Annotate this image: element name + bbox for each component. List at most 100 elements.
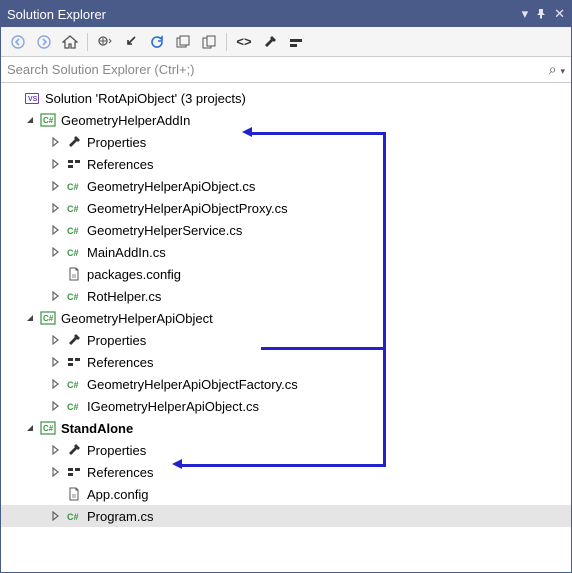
pin-icon[interactable] (536, 7, 546, 22)
file-node[interactable]: C# GeometryHelperApiObject.cs (1, 175, 571, 197)
expand-icon[interactable] (49, 399, 63, 413)
tree-label: App.config (87, 487, 148, 502)
folder-prop-icon (65, 332, 83, 348)
project-node[interactable]: C#StandAlone (1, 417, 571, 439)
file-node[interactable]: C#IGeometryHelperApiObject.cs (1, 395, 571, 417)
expand-icon[interactable] (49, 377, 63, 391)
cs-icon: C# (65, 288, 83, 304)
svg-text:C#: C# (67, 226, 79, 236)
svg-text:C#: C# (67, 402, 79, 412)
tree-label: Properties (87, 443, 146, 458)
tree-label: GeometryHelperService.cs (87, 223, 242, 238)
svg-text:C#: C# (67, 182, 79, 192)
file-node[interactable]: C#GeometryHelperApiObjectFactory.cs (1, 373, 571, 395)
solution-node[interactable]: VSSolution 'RotApiObject' (3 projects) (1, 87, 571, 109)
expand-icon[interactable] (49, 201, 63, 215)
forward-button[interactable] (33, 31, 55, 53)
cs-icon: C# (65, 222, 83, 238)
view-code-button[interactable]: <> (233, 31, 255, 53)
svg-text:C#: C# (67, 380, 79, 390)
expand-icon[interactable] (49, 179, 63, 193)
search-bar[interactable]: ⌕ ▾ (1, 57, 571, 83)
expand-icon[interactable] (49, 157, 63, 171)
csproj-icon: C# (39, 420, 57, 436)
folder-prop-icon (65, 442, 83, 458)
svg-text:C#: C# (43, 116, 54, 125)
config-icon (65, 266, 83, 282)
close-icon[interactable]: ✕ (554, 6, 565, 22)
annotation-line (251, 132, 383, 135)
annotation-arrow-icon (242, 127, 252, 137)
config-icon (65, 486, 83, 502)
file-node[interactable]: App.config (1, 483, 571, 505)
properties-button[interactable] (259, 31, 281, 53)
file-node[interactable]: C# GeometryHelperService.cs (1, 219, 571, 241)
project-node[interactable]: C# GeometryHelperApiObject (1, 307, 571, 329)
svg-text:VS: VS (28, 96, 38, 103)
expand-icon[interactable] (23, 113, 37, 127)
refs-icon (65, 354, 83, 370)
tree-label: MainAddIn.cs (87, 245, 166, 260)
file-node[interactable]: References (1, 351, 571, 373)
cs-icon: C# (65, 244, 83, 260)
file-node[interactable]: packages.config (1, 263, 571, 285)
file-node[interactable]: References (1, 153, 571, 175)
tree-label: GeometryHelperApiObject.cs (87, 179, 255, 194)
show-all-files-button[interactable] (198, 31, 220, 53)
expand-icon[interactable] (49, 509, 63, 523)
home-button[interactable] (59, 31, 81, 53)
toolbar-separator (87, 33, 88, 51)
expand-icon[interactable] (49, 135, 63, 149)
annotation-arrow-icon (172, 459, 182, 469)
csproj-icon: C# (39, 112, 57, 128)
solution-tree: VSSolution 'RotApiObject' (3 projects)C#… (1, 83, 571, 527)
annotation-line (181, 464, 386, 467)
expand-icon[interactable] (49, 355, 63, 369)
titlebar: Solution Explorer ▾ ✕ (1, 1, 571, 27)
expand-icon[interactable] (23, 311, 37, 325)
expand-icon[interactable] (23, 421, 37, 435)
file-node[interactable]: Properties (1, 439, 571, 461)
file-node[interactable]: C# MainAddIn.cs (1, 241, 571, 263)
expand-icon[interactable] (49, 443, 63, 457)
window-title: Solution Explorer (7, 7, 106, 22)
expand-icon[interactable] (49, 333, 63, 347)
expand-icon[interactable] (49, 245, 63, 259)
file-node[interactable]: C# RotHelper.cs (1, 285, 571, 307)
svg-text:C#: C# (67, 292, 79, 302)
tree-label: Program.cs (87, 509, 153, 524)
tree-label: References (87, 465, 153, 480)
search-icon[interactable]: ⌕ ▾ (549, 61, 565, 78)
expand-icon[interactable] (49, 223, 63, 237)
tree-label: GeometryHelperApiObjectProxy.cs (87, 201, 288, 216)
svg-text:C#: C# (67, 512, 79, 522)
svg-text:C#: C# (43, 424, 54, 433)
file-node[interactable]: C# GeometryHelperApiObjectProxy.cs (1, 197, 571, 219)
cs-icon: C# (65, 398, 83, 414)
svg-text:C#: C# (67, 204, 79, 214)
tree-label: References (87, 355, 153, 370)
tree-label: GeometryHelperApiObject (61, 311, 213, 326)
sync-button[interactable] (120, 31, 142, 53)
search-input[interactable] (7, 62, 549, 77)
tree-label: Properties (87, 135, 146, 150)
tree-label: packages.config (87, 267, 181, 282)
refresh-button[interactable] (146, 31, 168, 53)
tree-label: References (87, 157, 153, 172)
expand-icon[interactable] (49, 465, 63, 479)
collapse-all-button[interactable] (172, 31, 194, 53)
scope-button[interactable] (94, 31, 116, 53)
dropdown-icon[interactable]: ▾ (522, 6, 529, 22)
expand-icon[interactable] (49, 289, 63, 303)
preview-button[interactable] (285, 31, 307, 53)
file-node[interactable]: C# Program.cs (1, 505, 571, 527)
back-button[interactable] (7, 31, 29, 53)
cs-icon: C# (65, 200, 83, 216)
project-node[interactable]: C#GeometryHelperAddIn (1, 109, 571, 131)
svg-text:C#: C# (43, 314, 54, 323)
window-buttons: ▾ ✕ (522, 6, 565, 22)
folder-prop-icon (65, 134, 83, 150)
refs-icon (65, 464, 83, 480)
tree-label: RotHelper.cs (87, 289, 161, 304)
annotation-line (261, 347, 383, 350)
